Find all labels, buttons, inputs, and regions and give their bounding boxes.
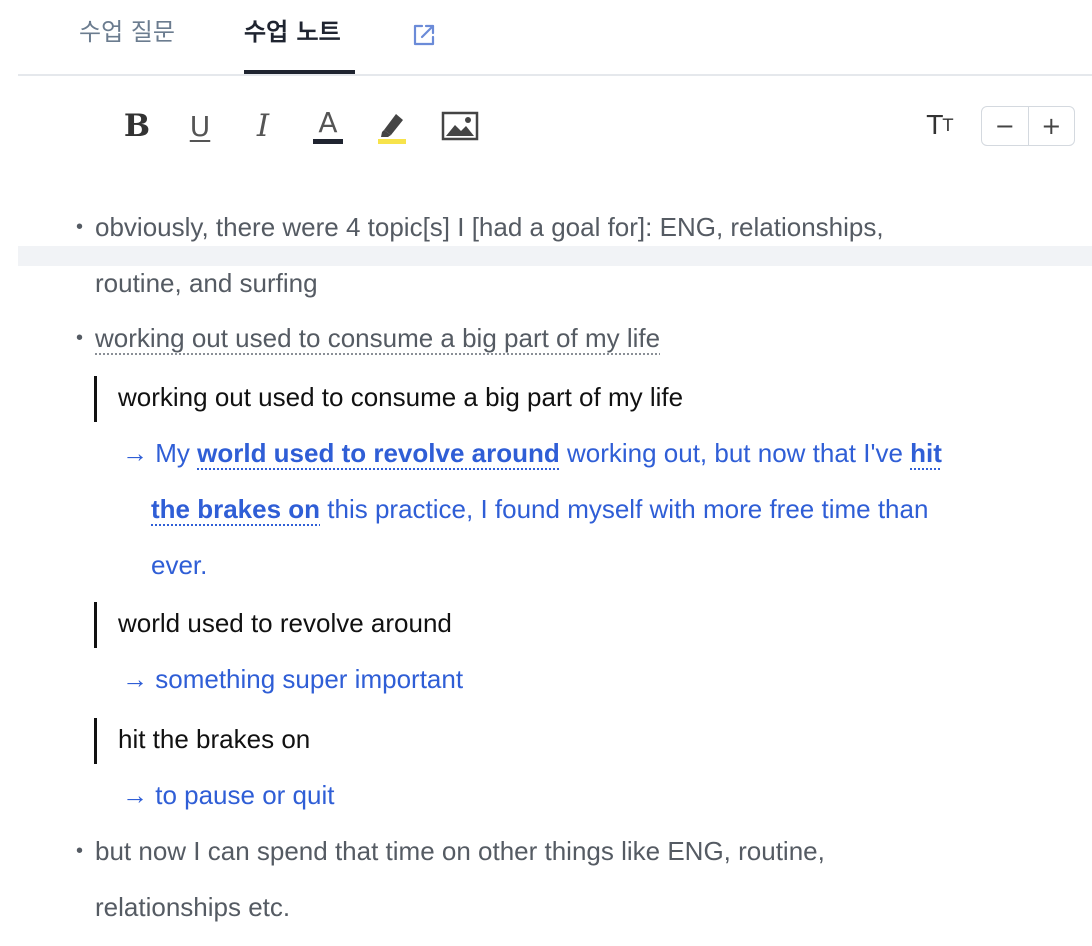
bullet: • (76, 327, 84, 349)
note-item-line: obviously, there were 4 topic[s] I [had … (95, 212, 884, 242)
quoted-expression: hit the brakes on (118, 724, 311, 754)
highlight-button[interactable] (374, 104, 410, 148)
meaning-line: → something super important (122, 664, 464, 694)
bullet: • (76, 840, 84, 862)
bold-button[interactable]: B (120, 104, 154, 148)
text-color-swatch (313, 139, 343, 144)
font-size-icon: TT (926, 111, 954, 141)
font-size-stepper: − + (981, 106, 1075, 146)
note-item-line: routine, and surfing (95, 268, 318, 298)
tab-bar: 수업 질문 수업 노트 (0, 0, 1092, 76)
correction-line: the brakes on this practice, I found mys… (151, 494, 929, 524)
decrease-font-size-button[interactable]: − (982, 107, 1028, 145)
expression-highlight[interactable]: world used to revolve around (197, 438, 560, 468)
correction-line: ever. (151, 550, 208, 580)
text-color-button[interactable]: A (310, 104, 346, 148)
quoted-expression: world used to revolve around (118, 608, 452, 638)
quoted-original: working out used to consume a big part o… (118, 382, 684, 412)
insert-image-button[interactable] (440, 104, 480, 148)
expression-highlight[interactable]: the brakes on (151, 494, 320, 524)
quote-bar (94, 718, 97, 764)
meaning-line: → to pause or quit (122, 780, 335, 810)
expression-highlight[interactable]: hit (910, 438, 942, 468)
text-color-icon: A (318, 106, 338, 139)
correction-line: → My world used to revolve around workin… (122, 438, 942, 468)
quote-bar (94, 376, 97, 422)
tab-class-questions[interactable]: 수업 질문 (79, 14, 175, 50)
quote-bar (94, 602, 97, 648)
bullet: • (76, 216, 84, 238)
arrow-icon: → (122, 780, 148, 810)
editor-toolbar: B U I A TT − + (0, 76, 1092, 266)
note-content[interactable]: • obviously, there were 4 topic[s] I [ha… (0, 190, 1092, 946)
annotated-phrase[interactable]: working out used to consume a big part o… (95, 323, 660, 353)
note-item-line: but now I can spend that time on other t… (95, 836, 825, 866)
external-link-icon[interactable] (411, 22, 437, 48)
arrow-icon: → (122, 438, 148, 468)
note-item-line: relationships etc. (95, 892, 291, 922)
underline-button[interactable]: U (184, 104, 216, 148)
tab-class-notes[interactable]: 수업 노트 (244, 14, 341, 50)
highlighter-icon (378, 114, 406, 144)
increase-font-size-button[interactable]: + (1029, 107, 1075, 145)
image-icon (441, 111, 479, 141)
arrow-icon: → (122, 664, 148, 694)
note-item-line: working out used to consume a big part o… (95, 323, 660, 354)
italic-button[interactable]: I (248, 104, 278, 148)
